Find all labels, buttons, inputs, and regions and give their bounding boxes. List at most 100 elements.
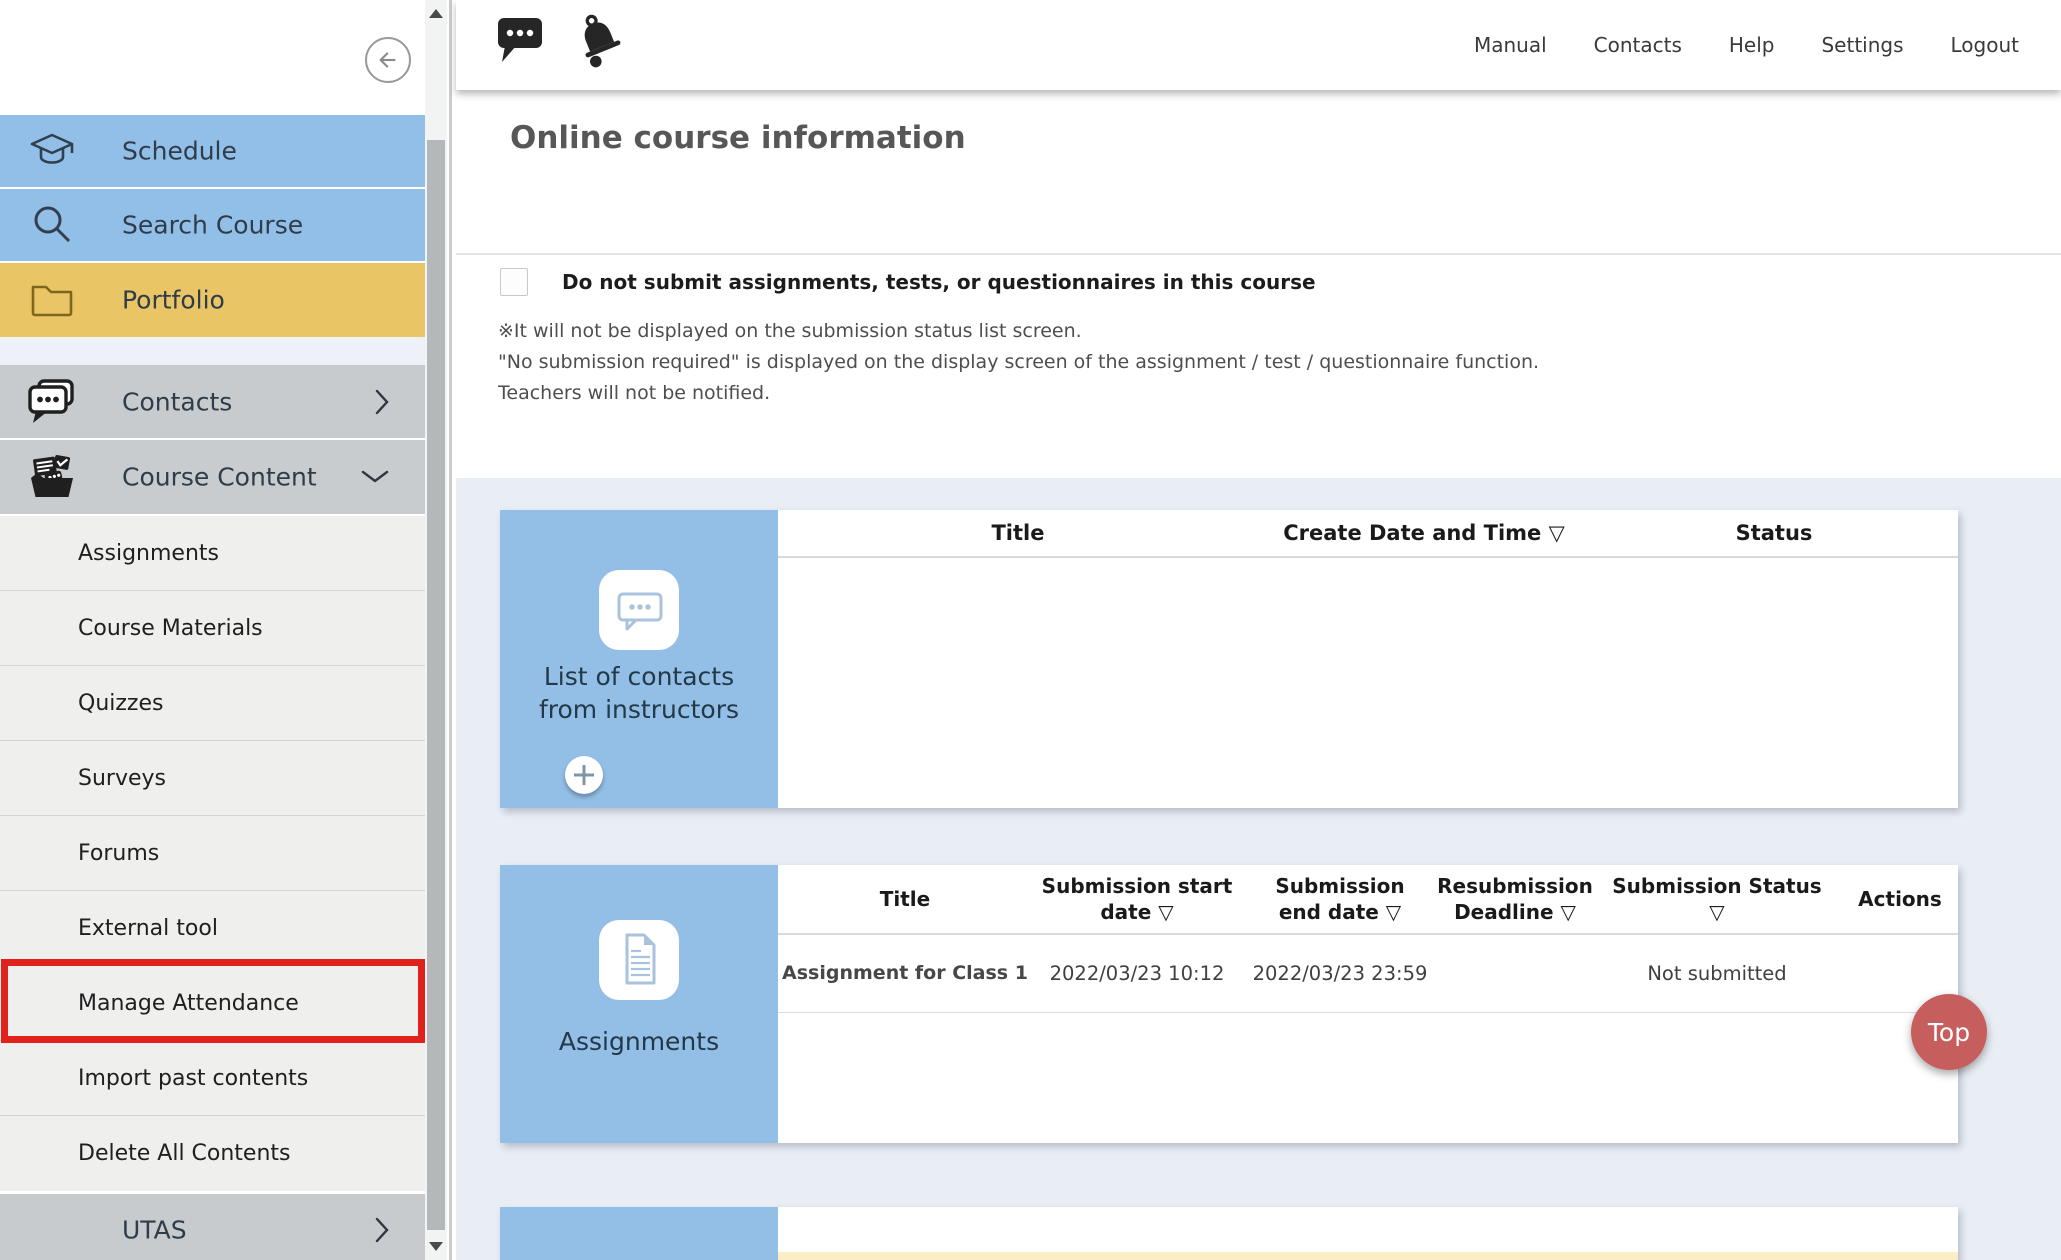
messages-icon[interactable]	[495, 10, 547, 68]
add-contact-button[interactable]	[565, 756, 603, 794]
sidebar-item-manage-attendance[interactable]: Manage Attendance	[0, 966, 425, 1041]
sidebar-main-divider	[449, 0, 452, 1260]
course-content-submenu: Assignments Course Materials Quizzes Sur…	[0, 516, 425, 1191]
sidebar-item-search-course[interactable]: Search Course	[0, 189, 425, 261]
cell-title[interactable]: Assignment for Class 1	[778, 935, 1032, 1012]
sidebar-item-external-tool[interactable]: External tool	[0, 891, 425, 966]
next-section-highlight-row	[778, 1252, 1958, 1260]
sidebar-item-forums[interactable]: Forums	[0, 816, 425, 891]
settings-link[interactable]: Settings	[1821, 33, 1903, 57]
graduation-cap-icon	[26, 125, 78, 177]
logout-link[interactable]: Logout	[1951, 33, 2019, 57]
sidebar-item-label: Portfolio	[122, 286, 225, 315]
next-section-header-row	[778, 1207, 1958, 1252]
scroll-down-arrow-icon[interactable]	[429, 1242, 443, 1251]
note-line: Teachers will not be notified.	[498, 378, 1539, 409]
sidebar-item-label: Forums	[78, 841, 159, 866]
sidebar-item-label: External tool	[78, 916, 218, 941]
do-not-submit-checkbox[interactable]	[500, 268, 528, 296]
column-header-submission-start[interactable]: Submission start date ▽	[1032, 865, 1242, 933]
sidebar-item-delete-all-contents[interactable]: Delete All Contents	[0, 1116, 425, 1191]
next-section-panel	[500, 1207, 778, 1260]
header-line: Resubmission	[1437, 873, 1593, 899]
sidebar: Schedule Search Course Portfolio	[0, 0, 456, 1260]
page-title: Online course information	[510, 120, 966, 156]
assignments-card-panel: Assignments	[500, 865, 778, 1143]
note-line: "No submission required" is displayed on…	[498, 347, 1539, 378]
column-header-submission-end[interactable]: Submission end date ▽	[1242, 865, 1438, 933]
sidebar-gap	[0, 337, 425, 365]
assignments-table-header: Title Submission start date ▽ Submission…	[778, 865, 1958, 935]
help-link[interactable]: Help	[1729, 33, 1775, 57]
do-not-submit-row: Do not submit assignments, tests, or que…	[500, 268, 1316, 296]
topbar-links: Manual Contacts Help Settings Logout	[1474, 0, 2019, 90]
column-header-title[interactable]: Title	[778, 865, 1032, 933]
arrow-left-circle-icon	[370, 42, 406, 78]
note-line: ※It will not be displayed on the submiss…	[498, 316, 1539, 347]
sidebar-item-label: UTAS	[122, 1216, 187, 1245]
column-header-actions[interactable]: Actions	[1842, 865, 1958, 933]
contacts-link[interactable]: Contacts	[1594, 33, 1682, 57]
header-line: Submission Status	[1612, 873, 1821, 899]
cell-resubmission-deadline	[1438, 935, 1592, 1012]
column-header-title[interactable]: Title	[778, 510, 1258, 556]
sidebar-item-label: Delete All Contents	[78, 1141, 291, 1166]
sidebar-item-assignments[interactable]: Assignments	[0, 516, 425, 591]
notes: ※It will not be displayed on the submiss…	[498, 316, 1539, 409]
notifications-bell-icon[interactable]	[571, 10, 627, 68]
chevron-right-icon	[373, 387, 391, 417]
sidebar-item-course-materials[interactable]: Course Materials	[0, 591, 425, 666]
contacts-table-header: Title Create Date and Time ▽ Status	[778, 510, 1958, 558]
sidebar-scrollbar[interactable]	[425, 0, 447, 1260]
cell-submission-end: 2022/03/23 23:59	[1242, 935, 1438, 1012]
scroll-up-arrow-icon[interactable]	[429, 9, 443, 18]
sidebar-item-portfolio[interactable]: Portfolio	[0, 263, 425, 337]
content-area: List of contacts from instructors Title …	[456, 478, 2061, 1260]
do-not-submit-label: Do not submit assignments, tests, or que…	[562, 270, 1316, 294]
sidebar-item-utas[interactable]: UTAS	[0, 1194, 425, 1260]
assignments-card-label: Assignments	[500, 1025, 778, 1058]
header-line: ▽	[1709, 899, 1724, 925]
cell-submission-status: Not submitted	[1592, 935, 1842, 1012]
sidebar-item-quizzes[interactable]: Quizzes	[0, 666, 425, 741]
sidebar-item-label: Course Materials	[78, 616, 263, 641]
table-row: Assignment for Class 1 2022/03/23 10:12 …	[778, 935, 1958, 1013]
sidebar-item-label: Surveys	[78, 766, 166, 791]
column-header-create-date[interactable]: Create Date and Time ▽	[1258, 510, 1590, 556]
sidebar-item-import-past-contents[interactable]: Import past contents	[0, 1041, 425, 1116]
contacts-table: Title Create Date and Time ▽ Status	[778, 510, 1958, 808]
search-icon	[26, 199, 78, 251]
sidebar-item-label: Schedule	[122, 137, 237, 166]
course-content-box-icon	[26, 451, 78, 503]
contacts-card-panel: List of contacts from instructors	[500, 510, 778, 808]
sidebar-collapse-button[interactable]	[365, 37, 411, 83]
next-section-table	[778, 1207, 1958, 1260]
cell-submission-start: 2022/03/23 10:12	[1032, 935, 1242, 1012]
sidebar-item-schedule[interactable]: Schedule	[0, 115, 425, 187]
chevron-down-icon	[359, 468, 391, 486]
sidebar-item-contacts[interactable]: Contacts	[0, 365, 425, 438]
page-head: Online course information Do not submit …	[456, 90, 2061, 478]
sidebar-item-label: Search Course	[122, 211, 303, 240]
next-section-card-partial	[500, 1207, 1958, 1260]
contacts-card-label: List of contacts from instructors	[500, 660, 778, 726]
sidebar-item-surveys[interactable]: Surveys	[0, 741, 425, 816]
manual-link[interactable]: Manual	[1474, 33, 1547, 57]
column-header-submission-status[interactable]: Submission Status ▽	[1592, 865, 1842, 933]
header-line: Deadline ▽	[1454, 899, 1576, 925]
scrollbar-thumb[interactable]	[427, 140, 445, 1230]
chat-bubbles-icon	[26, 376, 78, 428]
sidebar-item-label: Assignments	[78, 541, 219, 566]
sidebar-item-label: Contacts	[122, 387, 232, 416]
header-line: Actions	[1858, 886, 1942, 912]
scroll-to-top-button[interactable]: Top	[1911, 994, 1987, 1070]
header-line: Title	[880, 886, 930, 912]
assignments-table: Title Submission start date ▽ Submission…	[778, 865, 1958, 1143]
sidebar-item-course-content[interactable]: Course Content	[0, 440, 425, 514]
document-tile-icon	[599, 920, 679, 1000]
header-line: date ▽	[1100, 899, 1173, 925]
sidebar-item-label: Course Content	[122, 463, 317, 492]
column-header-resubmission-deadline[interactable]: Resubmission Deadline ▽	[1438, 865, 1592, 933]
screen: Schedule Search Course Portfolio	[0, 0, 2061, 1260]
column-header-status[interactable]: Status	[1590, 510, 1958, 556]
